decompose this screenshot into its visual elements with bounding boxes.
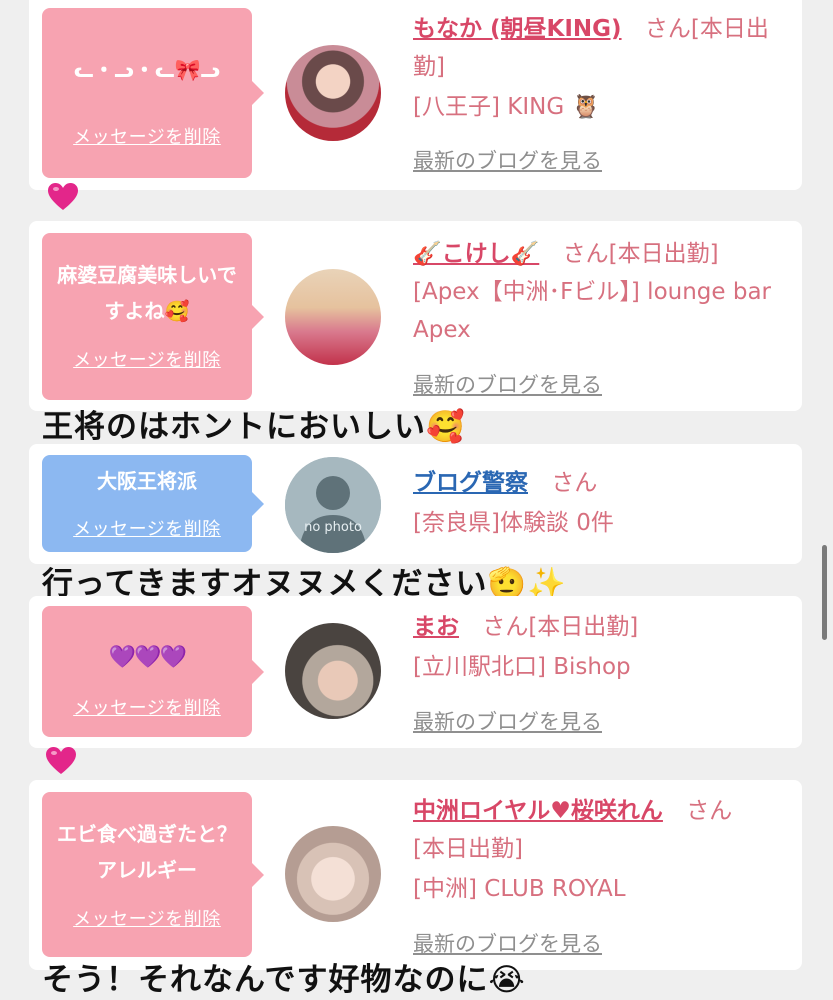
cast-info: もなか (朝昼KING) さん[本日出勤] [八王子] KING 🦉 (413, 10, 788, 126)
shop-name[interactable]: [立川駅北口] Bishop (413, 648, 788, 686)
user-comment: そう！それなんです好物なのに😭 (42, 962, 526, 998)
delete-message-link[interactable]: メッセージを削除 (42, 123, 252, 149)
message-bubble: 麻婆豆腐美味しいですよね🥰 メッセージを削除 (42, 233, 264, 400)
message-card: 💜💜💜 メッセージを削除 まお さん[本日出勤] [立川駅北口] Bishop … (29, 596, 802, 748)
cast-name-link[interactable]: 中洲ロイヤル♥桜咲れん (413, 798, 663, 824)
message-card: 麻婆豆腐美味しいですよね🥰 メッセージを削除 🎸こけし🎸 さん[本日出勤] [A… (29, 221, 802, 411)
cast-info: 🎸こけし🎸 さん[本日出勤] [Apex【中洲･Fビル】] lounge bar… (413, 235, 788, 349)
delete-message-link[interactable]: メッセージを削除 (42, 694, 252, 720)
shop-name[interactable]: [Apex【中洲･Fビル】] lounge bar Apex (413, 273, 788, 349)
cast-status: さん[本日出勤] (482, 614, 639, 640)
avatar[interactable] (285, 623, 381, 719)
cast-status: さん (686, 798, 733, 824)
shop-name[interactable]: [中洲] CLUB ROYAL (413, 870, 788, 908)
delete-message-link[interactable]: メッセージを削除 (42, 346, 252, 372)
message-text: ᓚ・ᓗ・ᓚ🎀ᓗ (73, 58, 221, 82)
cast-status: さん (551, 470, 598, 496)
delete-message-link[interactable]: メッセージを削除 (42, 515, 252, 541)
cast-name-link[interactable]: まお (413, 614, 459, 640)
cast-info: 中洲ロイヤル♥桜咲れん さん [本日出勤] [中洲] CLUB ROYAL (413, 792, 788, 908)
cast-name-link[interactable]: もなか (朝昼KING) (413, 16, 622, 42)
no-photo-silhouette-icon (285, 457, 381, 553)
latest-blog-link[interactable]: 最新のブログを見る (413, 706, 602, 736)
message-text: 大阪王将派 (97, 469, 197, 493)
cast-status: さん[本日出勤] (562, 241, 719, 267)
message-card: エビ食べ過ぎたと？アレルギー メッセージを削除 中洲ロイヤル♥桜咲れん さん [… (29, 780, 802, 970)
message-text: 麻婆豆腐美味しいですよね🥰 (57, 263, 237, 323)
latest-blog-link[interactable]: 最新のブログを見る (413, 145, 602, 175)
message-bubble: エビ食べ過ぎたと？アレルギー メッセージを削除 (42, 792, 264, 957)
cast-info: ブログ警察 さん [奈良県]体験談 0件 (413, 464, 788, 542)
shop-name[interactable]: [八王子] KING 🦉 (413, 88, 788, 126)
shop-name[interactable]: [奈良県]体験談 0件 (413, 504, 788, 542)
message-bubble: 💜💜💜 メッセージを削除 (42, 606, 264, 737)
message-card: 大阪王将派 メッセージを削除 no photo ブログ警察 さん [奈良県]体験… (29, 444, 802, 564)
avatar[interactable]: no photo (285, 457, 381, 553)
work-status: [本日出勤] (413, 836, 523, 862)
avatar[interactable] (285, 826, 381, 922)
cast-info: まお さん[本日出勤] [立川駅北口] Bishop (413, 608, 788, 686)
cast-name-link[interactable]: ブログ警察 (413, 470, 528, 496)
cast-name-link[interactable]: 🎸こけし🎸 (413, 241, 539, 267)
message-text: エビ食べ過ぎたと？アレルギー (57, 822, 237, 882)
no-photo-label: no photo (304, 520, 362, 535)
scrollbar[interactable] (822, 545, 827, 640)
latest-blog-link[interactable]: 最新のブログを見る (413, 369, 602, 399)
heart-icon (47, 181, 79, 213)
user-comment: 王将のはホントにおいしい🥰 (42, 409, 466, 445)
delete-message-link[interactable]: メッセージを削除 (42, 905, 252, 931)
message-bubble: ᓚ・ᓗ・ᓚ🎀ᓗ メッセージを削除 (42, 8, 264, 178)
avatar[interactable] (285, 45, 381, 141)
avatar[interactable] (285, 269, 381, 365)
message-card: ᓚ・ᓗ・ᓚ🎀ᓗ メッセージを削除 もなか (朝昼KING) さん[本日出勤] [… (29, 0, 802, 190)
message-text: 💜💜💜 (108, 645, 187, 670)
message-bubble: 大阪王将派 メッセージを削除 (42, 455, 264, 552)
heart-icon (45, 745, 77, 777)
